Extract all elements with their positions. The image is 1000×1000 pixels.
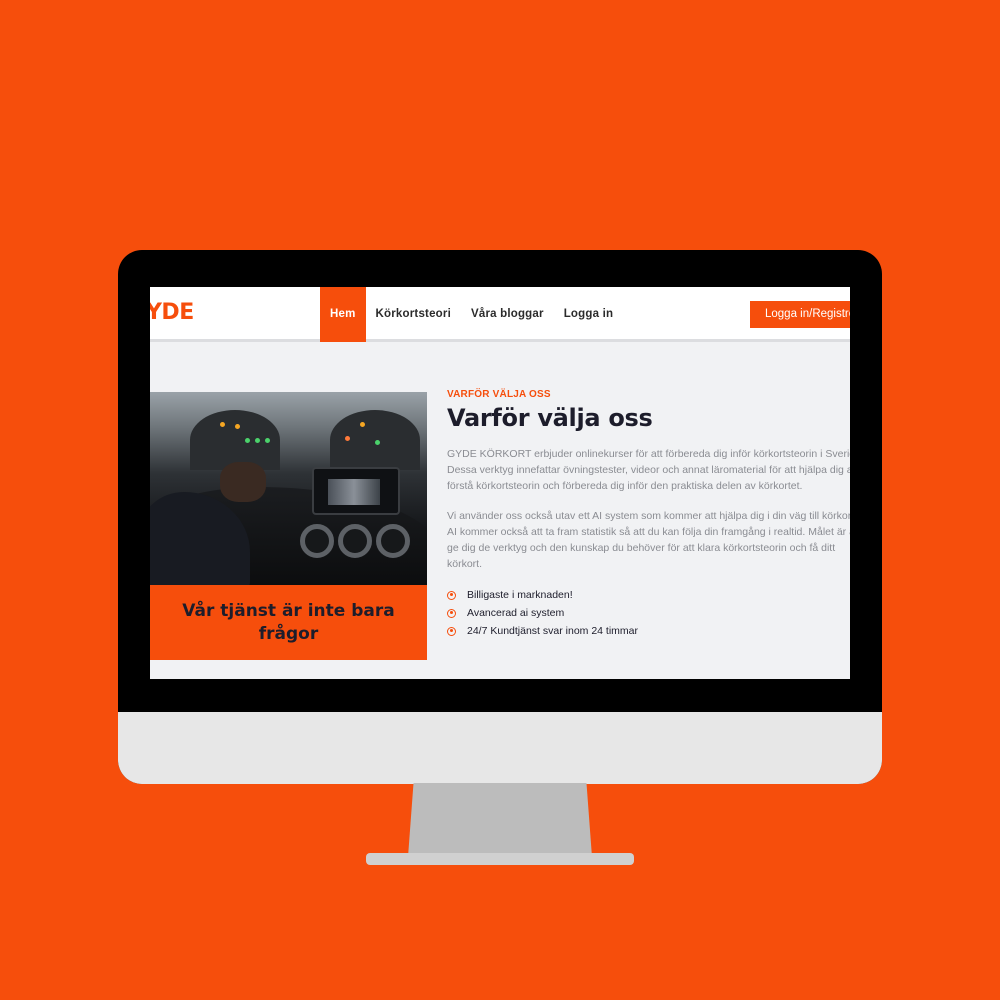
bullet-icon: [447, 608, 456, 618]
nav-menu: Hem Körkortsteori Våra bloggar Logga in: [320, 287, 623, 342]
car-dashboard-photo: [150, 392, 427, 585]
feature-text: 24/7 Kundtjänst svar inom 24 timmar: [467, 625, 638, 637]
bullet-icon: [447, 626, 456, 636]
login-register-button[interactable]: Logga in/Registrera: [750, 301, 850, 328]
section-heading: Varför välja oss: [447, 404, 653, 432]
why-choose-us-section: VARFÖR VÄLJA OSS Varför välja oss GYDE K…: [447, 389, 850, 640]
monitor-stand-base: [366, 853, 634, 865]
nav-item-hem[interactable]: Hem: [320, 287, 366, 342]
hero-card: Vår tjänst är inte bara frågor: [150, 585, 427, 660]
monitor-stand: [408, 783, 592, 857]
feature-text: Avancerad ai system: [467, 607, 565, 619]
website-screen: YDE Hem Körkortsteori Våra bloggar Logga…: [150, 287, 850, 679]
logo[interactable]: YDE: [150, 300, 194, 325]
monitor-chin: [118, 712, 882, 784]
nav-item-vara-bloggar[interactable]: Våra bloggar: [461, 287, 554, 342]
list-item: Billigaste i marknaden!: [447, 586, 850, 604]
bullet-icon: [447, 590, 456, 600]
nav-item-korkortsteori[interactable]: Körkortsteori: [366, 287, 461, 342]
feature-text: Billigaste i marknaden!: [467, 589, 573, 601]
hero-card-text: Vår tjänst är inte bara frågor: [182, 601, 395, 644]
section-paragraph-1: GYDE KÖRKORT erbjuder onlinekurser för a…: [447, 448, 850, 492]
list-item: Avancerad ai system: [447, 604, 850, 622]
nav-item-logga-in[interactable]: Logga in: [554, 287, 624, 342]
section-paragraph-2: Vi använder oss också utav ett AI system…: [447, 510, 850, 570]
list-item: 24/7 Kundtjänst svar inom 24 timmar: [447, 622, 850, 640]
feature-list: Billigaste i marknaden! Avancerad ai sys…: [447, 586, 850, 640]
section-eyebrow: VARFÖR VÄLJA OSS: [447, 389, 551, 400]
navbar: YDE Hem Körkortsteori Våra bloggar Logga…: [150, 287, 850, 342]
